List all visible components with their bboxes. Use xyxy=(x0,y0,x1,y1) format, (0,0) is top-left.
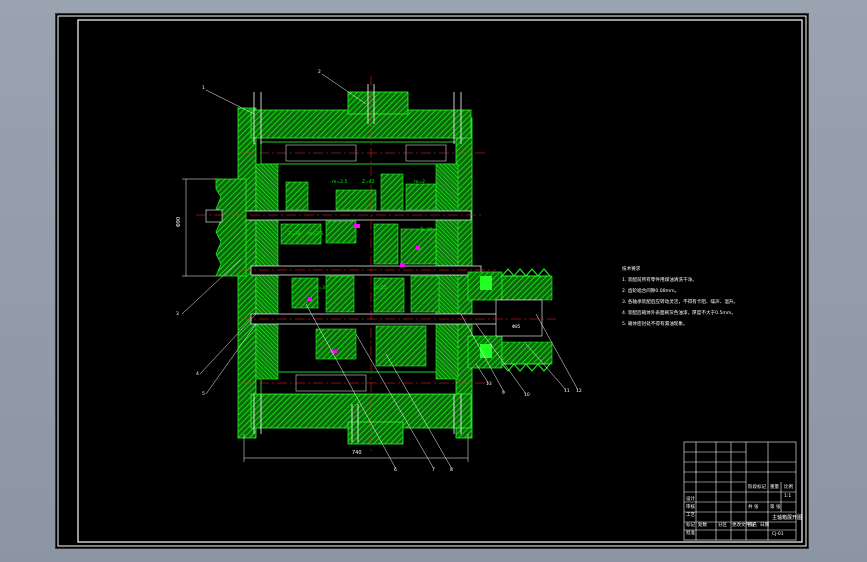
callout-number: 7 xyxy=(432,468,435,473)
title-block-role: 审核 xyxy=(686,505,695,510)
gear-label: m=2 xyxy=(414,180,426,185)
notes-line: 4. 装配后箱体外表面刷灰色油漆，厚度不大于0.5mm。 xyxy=(622,311,736,316)
title-block-field: 重量 xyxy=(770,485,779,490)
dimension-label-pulley: Φ90 xyxy=(176,216,183,228)
title-block-row: 日期 xyxy=(760,523,769,528)
gear-label: Z=55 xyxy=(374,286,387,291)
dimension-label-right: Φ85 xyxy=(512,324,521,329)
notes-line: 5. 箱体密封处不得有漏油现象。 xyxy=(622,322,688,327)
callout-number: 3 xyxy=(176,312,179,317)
notes-line: 2. 齿轮啮合间隙0.08mm。 xyxy=(622,289,680,294)
title-block-scale: 1:1 xyxy=(784,494,792,499)
callout-number: 9 xyxy=(502,391,505,396)
gear-label: Z=30 xyxy=(420,228,433,233)
gear-label: m=2.5 xyxy=(308,232,324,237)
drawing-sheet: Φ90 740 Φ85 m=2.5 Z=42 m=2 Z=38 m=2.5 Z=… xyxy=(56,14,808,548)
gear-label: Z=42 xyxy=(362,180,375,185)
dimension-label-width: 740 xyxy=(352,450,362,456)
title-block-role: 工艺 xyxy=(686,513,695,518)
callout-number: 13 xyxy=(486,382,492,387)
title-block-row: 标记 xyxy=(686,523,695,528)
callout-number: 8 xyxy=(450,468,453,473)
callout-number: 10 xyxy=(524,393,530,398)
technical-notes: 技术要求 1. 装配前所有零件用煤油清洗干净。 2. 齿轮啮合间隙0.08mm。… xyxy=(622,264,822,330)
callout-number: 5 xyxy=(202,392,205,397)
title-block-row: 分区 xyxy=(718,523,727,528)
title-block: 主轴箱展开图 1:1 CJ-01 标记 处数 分区 更改文件号 签名 日期 设计… xyxy=(684,440,802,540)
title-block-row: 处数 xyxy=(698,523,707,528)
left-pulley xyxy=(205,178,247,277)
callout-number: 1 xyxy=(202,86,205,91)
gear-label: m=2.5 xyxy=(332,180,348,185)
title-block-field: 第 张 xyxy=(770,505,781,510)
callout-number: 12 xyxy=(576,389,582,394)
title-block-field: 共 张 xyxy=(748,505,759,510)
callout-number: 6 xyxy=(394,468,397,473)
callout-number: 2 xyxy=(318,70,321,75)
title-block-field: 比例 xyxy=(784,485,793,490)
title-block-drawing-no: CJ-01 xyxy=(772,532,784,537)
callout-number: 11 xyxy=(564,389,570,394)
callout-number: 4 xyxy=(196,372,199,377)
gear-label: m=3 xyxy=(314,286,326,291)
title-block-role: 设计 xyxy=(686,497,695,502)
notes-heading: 技术要求 xyxy=(622,267,641,272)
title-block-field: 阶段标记 xyxy=(748,485,766,490)
title-block-role: 批准 xyxy=(686,531,695,536)
gear-label: Z=38 xyxy=(288,232,301,237)
title-block-title: 主轴箱展开图 xyxy=(772,515,803,521)
notes-line: 3. 各轴承装配后应转动灵活，不得有卡阻、噪声、温升。 xyxy=(622,300,739,305)
notes-line: 1. 装配前所有零件用煤油清洗干净。 xyxy=(622,278,697,283)
title-block-row: 签名 xyxy=(748,523,757,528)
